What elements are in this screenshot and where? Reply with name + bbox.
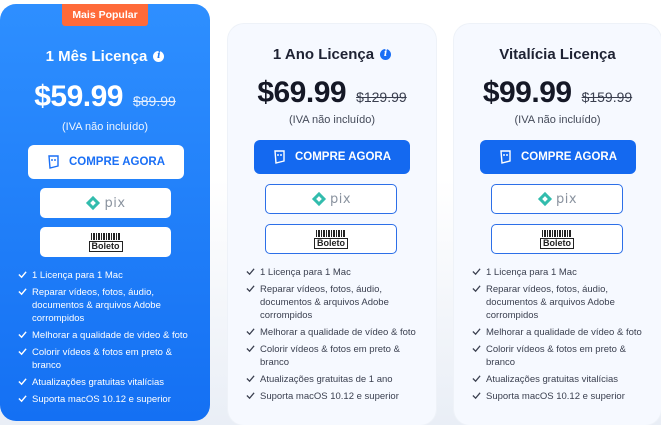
checkmark-icon xyxy=(246,375,255,383)
plan-title-text: 1 Mês Licença xyxy=(45,48,148,65)
checkmark-icon xyxy=(472,375,481,383)
pix-payment-button[interactable]: pix xyxy=(40,188,171,218)
feature-item: Melhorar a qualidade de vídeo & foto xyxy=(18,329,202,342)
pix-diamond-icon xyxy=(311,191,327,207)
price-row: $99.99 $159.99 xyxy=(454,76,661,110)
barcode-icon xyxy=(316,229,346,237)
boleto-logo: Boleto xyxy=(540,229,574,249)
checkmark-icon xyxy=(246,345,255,353)
original-price: $159.99 xyxy=(581,89,633,105)
original-price: $89.99 xyxy=(132,93,176,109)
plan-title: Vitalícia Licença xyxy=(454,46,661,63)
shopping-cart-icon xyxy=(274,150,285,164)
pix-logo: pix xyxy=(537,191,577,207)
price-row: $69.99 $129.99 xyxy=(228,76,436,110)
vat-note: (IVA não incluído) xyxy=(288,114,375,126)
plan-card-lifetime: Vitalícia Licença $99.99 $159.99 (IVA nã… xyxy=(454,24,661,425)
checkmark-icon xyxy=(472,392,481,400)
feature-item: Atualizações gratuitas vitalícias xyxy=(472,373,653,386)
feature-item: Atualizações gratuitas de 1 ano xyxy=(246,373,428,386)
feature-item: Colorir vídeos & fotos em preto & branco xyxy=(18,346,202,372)
info-icon[interactable]: i xyxy=(380,49,392,60)
feature-item: Reparar vídeos, fotos, áudio, documentos… xyxy=(472,283,653,322)
boleto-label: Boleto xyxy=(540,237,574,249)
buy-now-button[interactable]: COMPRE AGORA xyxy=(254,140,410,174)
vat-note: (IVA não incluído) xyxy=(514,114,601,126)
checkmark-icon xyxy=(472,268,481,276)
current-price: $59.99 xyxy=(34,80,123,113)
buy-now-label: COMPRE AGORA xyxy=(294,151,392,163)
pix-diamond-icon xyxy=(86,195,101,211)
plan-card-monthly: Mais Popular 1 Mês Licença i $59.99 $89.… xyxy=(0,4,210,421)
popular-badge: Mais Popular xyxy=(62,4,148,26)
checkmark-icon xyxy=(18,378,27,386)
feature-item: Reparar vídeos, fotos, áudio, documentos… xyxy=(246,283,428,322)
feature-item: Melhorar a qualidade de vídeo & foto xyxy=(246,326,428,339)
checkmark-icon xyxy=(18,271,27,279)
boleto-label: Boleto xyxy=(314,237,348,249)
buy-now-label: COMPRE AGORA xyxy=(520,151,618,163)
boleto-payment-button[interactable]: Boleto xyxy=(40,227,171,257)
checkmark-icon xyxy=(18,331,27,339)
feature-item: 1 Licença para 1 Mac xyxy=(246,266,428,279)
feature-item: Suporta macOS 10.12 e superior xyxy=(246,390,428,403)
checkmark-icon xyxy=(472,285,481,293)
feature-item: Suporta macOS 10.12 e superior xyxy=(18,393,202,406)
vat-note: (IVA não incluído) xyxy=(61,121,148,133)
checkmark-icon xyxy=(18,288,27,296)
checkmark-icon xyxy=(246,268,255,276)
plan-title-text: Vitalícia Licença xyxy=(499,46,616,63)
pix-label: pix xyxy=(329,191,352,207)
checkmark-icon xyxy=(472,345,481,353)
pix-label: pix xyxy=(104,195,126,211)
shopping-cart-icon xyxy=(500,150,511,164)
pix-payment-button[interactable]: pix xyxy=(265,184,397,214)
boleto-label: Boleto xyxy=(88,240,123,252)
feature-item: Colorir vídeos & fotos em preto & branco xyxy=(246,343,428,369)
feature-item: 1 Licença para 1 Mac xyxy=(18,269,202,282)
plan-title-text: 1 Ano Licença xyxy=(272,46,375,63)
pix-logo: pix xyxy=(85,195,125,211)
barcode-icon xyxy=(542,229,572,237)
checkmark-icon xyxy=(246,328,255,336)
price-row: $59.99 $89.99 xyxy=(0,80,210,114)
original-price: $129.99 xyxy=(356,89,407,105)
pix-payment-button[interactable]: pix xyxy=(491,184,623,214)
info-icon[interactable]: i xyxy=(153,51,165,62)
checkmark-icon xyxy=(18,395,27,403)
pix-logo: pix xyxy=(311,191,351,207)
feature-item: 1 Licença para 1 Mac xyxy=(472,266,653,279)
checkmark-icon xyxy=(246,285,255,293)
checkmark-icon xyxy=(472,328,481,336)
pix-label: pix xyxy=(555,191,578,207)
boleto-logo: Boleto xyxy=(88,232,123,252)
feature-list: 1 Licença para 1 Mac Reparar vídeos, fot… xyxy=(472,266,653,407)
buy-now-label: COMPRE AGORA xyxy=(68,156,166,168)
current-price: $99.99 xyxy=(482,76,572,109)
buy-now-button[interactable]: COMPRE AGORA xyxy=(28,145,184,179)
barcode-icon xyxy=(90,232,121,240)
boleto-logo: Boleto xyxy=(314,229,348,249)
feature-list: 1 Licença para 1 Mac Reparar vídeos, fot… xyxy=(246,266,428,407)
plan-card-yearly: 1 Ano Licença i $69.99 $129.99 (IVA não … xyxy=(228,24,436,425)
boleto-payment-button[interactable]: Boleto xyxy=(491,224,623,254)
plan-title: 1 Ano Licença i xyxy=(228,46,436,63)
feature-item: Reparar vídeos, fotos, áudio, documentos… xyxy=(18,286,202,325)
feature-list: 1 Licença para 1 Mac Reparar vídeos, fot… xyxy=(18,269,202,410)
current-price: $69.99 xyxy=(257,76,347,109)
checkmark-icon xyxy=(18,348,27,356)
feature-item: Suporta macOS 10.12 e superior xyxy=(472,390,653,403)
boleto-payment-button[interactable]: Boleto xyxy=(265,224,397,254)
feature-item: Melhorar a qualidade de vídeo & foto xyxy=(472,326,653,339)
shopping-cart-icon xyxy=(48,155,59,169)
feature-item: Colorir vídeos & fotos em preto & branco xyxy=(472,343,653,369)
pix-diamond-icon xyxy=(537,191,553,207)
checkmark-icon xyxy=(246,392,255,400)
plan-title: 1 Mês Licença i xyxy=(0,48,210,65)
feature-item: Atualizações gratuitas vitalícias xyxy=(18,376,202,389)
buy-now-button[interactable]: COMPRE AGORA xyxy=(480,140,636,174)
